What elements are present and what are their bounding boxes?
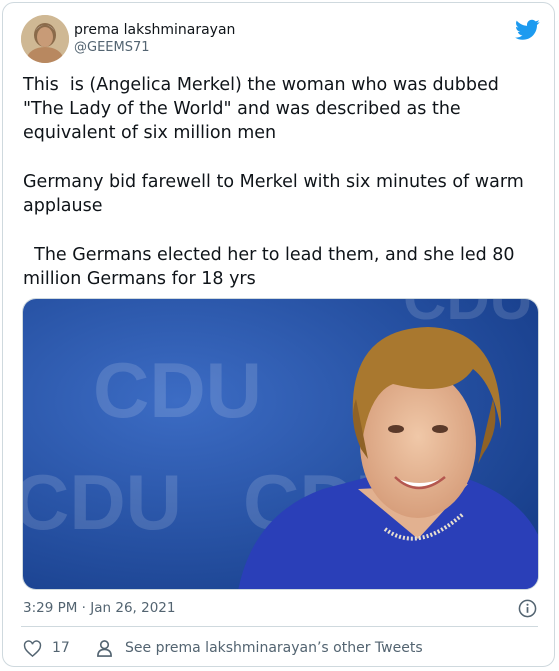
cdu-backdrop-text: CDU bbox=[23, 458, 182, 546]
tweet-timestamp[interactable]: 3:29 PM · Jan 26, 2021 bbox=[23, 600, 176, 616]
tweet-text-line: The Germans elected her to lead them, an… bbox=[23, 245, 515, 265]
author-name[interactable]: prema lakshminarayan bbox=[74, 22, 235, 38]
tweet-text-line: This is (Angelica Merkel) the woman who … bbox=[23, 75, 499, 95]
divider bbox=[21, 626, 538, 627]
info-icon[interactable] bbox=[518, 599, 537, 618]
tweet-text-line: Germany bid farewell to Merkel with six … bbox=[23, 172, 524, 192]
author-handle[interactable]: @GEEMS71 bbox=[74, 40, 150, 55]
cdu-backdrop-text: CDU bbox=[403, 299, 533, 332]
tweet-text-line: equivalent of six million men bbox=[23, 123, 277, 143]
tweet-text-line: applause bbox=[23, 196, 103, 216]
like-count[interactable]: 17 bbox=[52, 640, 70, 656]
tweet-text-line: million Germans for 18 yrs bbox=[23, 269, 256, 289]
see-other-tweets-link[interactable]: See prema lakshminarayan’s other Tweets bbox=[125, 640, 423, 656]
avatar[interactable] bbox=[21, 15, 69, 63]
tweet-text-line: "The Lady of the World" and was describe… bbox=[23, 99, 461, 119]
person-icon bbox=[97, 640, 112, 657]
tweet-card: prema lakshminarayan @GEEMS71 This is (A… bbox=[2, 2, 555, 667]
twitter-bird-icon[interactable] bbox=[515, 19, 540, 41]
tweet-photo[interactable]: CDU CDU CDU CDU bbox=[22, 298, 539, 590]
heart-icon[interactable] bbox=[23, 640, 42, 658]
cdu-backdrop-text: CDU bbox=[93, 346, 262, 434]
